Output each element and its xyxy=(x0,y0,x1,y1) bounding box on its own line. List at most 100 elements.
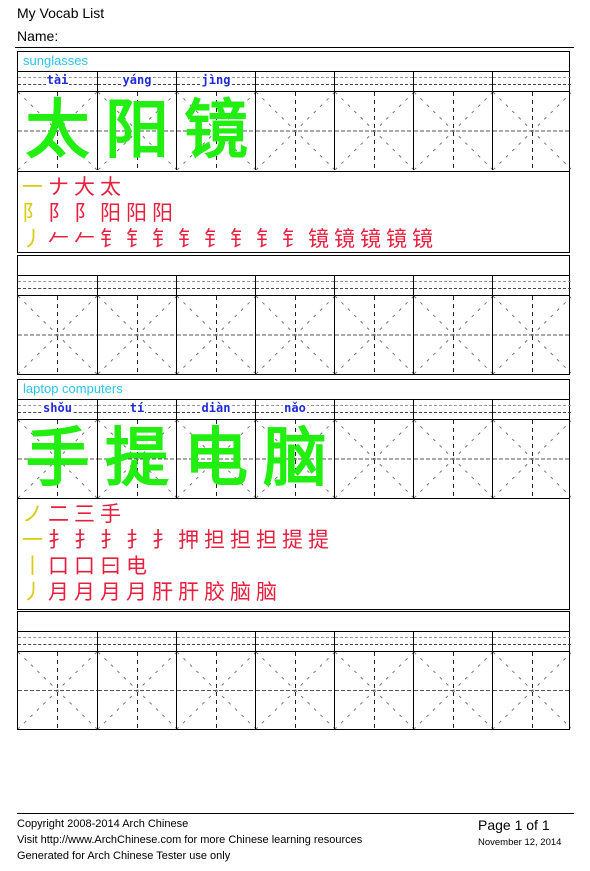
stroke-step: 三 xyxy=(74,502,95,526)
stroke-step: 脑 xyxy=(230,580,251,604)
practice-cell[interactable] xyxy=(413,92,492,170)
guide-lines xyxy=(493,652,571,729)
footer-divider xyxy=(17,813,574,814)
practice-cell[interactable]: 脑 xyxy=(255,420,334,498)
guide-lines xyxy=(335,420,413,498)
practice-cell[interactable] xyxy=(18,652,97,729)
guide-lines xyxy=(335,296,413,374)
pinyin-row xyxy=(18,276,571,296)
practice-cell[interactable] xyxy=(492,296,571,374)
practice-cell[interactable]: 阳 xyxy=(97,92,176,170)
guide-lines xyxy=(493,92,571,170)
practice-box-empty xyxy=(17,255,571,375)
stroke-step: 肝 xyxy=(178,580,199,604)
guide-lines xyxy=(256,92,334,170)
word-card-laptop-computers: laptop computers shǒu tí diàn nǎo 手提电脑 xyxy=(17,379,571,499)
stroke-step: 扌 xyxy=(152,528,173,552)
trace-character: 电 xyxy=(184,422,248,496)
practice-cell[interactable] xyxy=(255,652,334,729)
trace-character: 脑 xyxy=(263,422,327,496)
stroke-order-row: ノ二三手 xyxy=(22,501,126,527)
stroke-step: 钅 xyxy=(282,227,303,251)
practice-cell[interactable] xyxy=(334,92,413,170)
practice-cell[interactable] xyxy=(97,652,176,729)
stroke-step: 钅 xyxy=(230,227,251,251)
practice-cell[interactable] xyxy=(176,652,255,729)
stroke-step: 口 xyxy=(74,554,95,578)
footer-date: November 12, 2014 xyxy=(478,837,562,848)
stroke-step: 镜 xyxy=(386,227,407,251)
practice-cell[interactable] xyxy=(492,420,571,498)
pinyin-text: jìng xyxy=(200,73,232,87)
stroke-step: 钅 xyxy=(152,227,173,251)
empty-title-row xyxy=(18,612,569,632)
stroke-step: 肝 xyxy=(152,580,173,604)
practice-cell[interactable] xyxy=(176,296,255,374)
practice-cell[interactable]: 提 xyxy=(97,420,176,498)
stroke-step: 太 xyxy=(100,175,121,199)
pinyin-text: shǒu xyxy=(42,401,73,415)
stroke-order-box: 一ナ大太阝阝阝阳阳阳丿𠂉𠂉钅钅钅钅钅钅钅钅镜镜镜镜镜 xyxy=(17,171,570,253)
pinyin-cell xyxy=(492,72,571,91)
stroke-step: 月 xyxy=(48,580,69,604)
practice-cell[interactable] xyxy=(334,652,413,729)
pinyin-cell: tí xyxy=(97,400,176,419)
practice-cell[interactable] xyxy=(492,652,571,729)
practice-cell[interactable] xyxy=(18,296,97,374)
guide-lines xyxy=(177,296,255,374)
pinyin-cell: diàn xyxy=(176,400,255,419)
stroke-order-row: 丿𠂉𠂉钅钅钅钅钅钅钅钅镜镜镜镜镜 xyxy=(22,226,438,252)
pinyin-cell: tài xyxy=(18,72,97,91)
practice-cell[interactable] xyxy=(413,296,492,374)
pinyin-cell xyxy=(334,400,413,419)
practice-cell[interactable] xyxy=(255,92,334,170)
stroke-step: 钅 xyxy=(100,227,121,251)
stroke-step: 押 xyxy=(178,528,199,552)
practice-cell[interactable]: 镜 xyxy=(176,92,255,170)
practice-cell[interactable] xyxy=(413,420,492,498)
stroke-step: 阳 xyxy=(152,201,173,225)
trace-character: 阳 xyxy=(105,94,169,168)
pinyin-cell xyxy=(334,632,413,651)
pinyin-cell xyxy=(255,632,334,651)
empty-title-row xyxy=(18,256,569,276)
trace-character: 提 xyxy=(105,422,169,496)
practice-cell[interactable]: 太 xyxy=(18,92,97,170)
practice-cell[interactable] xyxy=(334,420,413,498)
practice-cell[interactable] xyxy=(492,92,571,170)
pinyin-cell xyxy=(413,632,492,651)
word-card-sunglasses: sunglasses tài yáng jìng 太阳镜 xyxy=(17,51,571,172)
pinyin-cell xyxy=(255,276,334,295)
guide-lines xyxy=(335,652,413,729)
stroke-step: 提 xyxy=(308,528,329,552)
stroke-step: 丿 xyxy=(22,580,43,604)
guide-lines xyxy=(414,420,492,498)
stroke-step: 阝 xyxy=(74,201,95,225)
header-divider xyxy=(15,47,574,48)
pinyin-text: nǎo xyxy=(283,401,307,415)
practice-cell[interactable] xyxy=(334,296,413,374)
character-grid-row xyxy=(18,652,571,729)
practice-cell[interactable]: 电 xyxy=(176,420,255,498)
pinyin-row: tài yáng jìng xyxy=(18,72,571,92)
stroke-step: 一 xyxy=(22,528,43,552)
practice-cell[interactable] xyxy=(255,296,334,374)
pinyin-cell: shǒu xyxy=(18,400,97,419)
stroke-step: 扌 xyxy=(100,528,121,552)
footer-visit-link[interactable]: Visit http://www.ArchChinese.com for mor… xyxy=(17,834,362,846)
stroke-step: 二 xyxy=(48,502,69,526)
stroke-order-row: 一扌扌扌扌扌押担担担提提 xyxy=(22,527,334,553)
practice-cell[interactable]: 手 xyxy=(18,420,97,498)
practice-cell[interactable] xyxy=(97,296,176,374)
stroke-step: 丨 xyxy=(22,554,43,578)
stroke-step: 扌 xyxy=(48,528,69,552)
footer-copyright: Copyright 2008-2014 Arch Chinese xyxy=(17,818,189,830)
stroke-step: 镜 xyxy=(334,227,355,251)
stroke-step: 大 xyxy=(74,175,95,199)
stroke-step: 月 xyxy=(74,580,95,604)
stroke-step: ノ xyxy=(22,502,43,526)
stroke-order-row: 丿月月月月肝肝胶脑脑 xyxy=(22,579,282,605)
pinyin-text: yáng xyxy=(121,73,153,87)
stroke-step: 镜 xyxy=(308,227,329,251)
practice-cell[interactable] xyxy=(413,652,492,729)
